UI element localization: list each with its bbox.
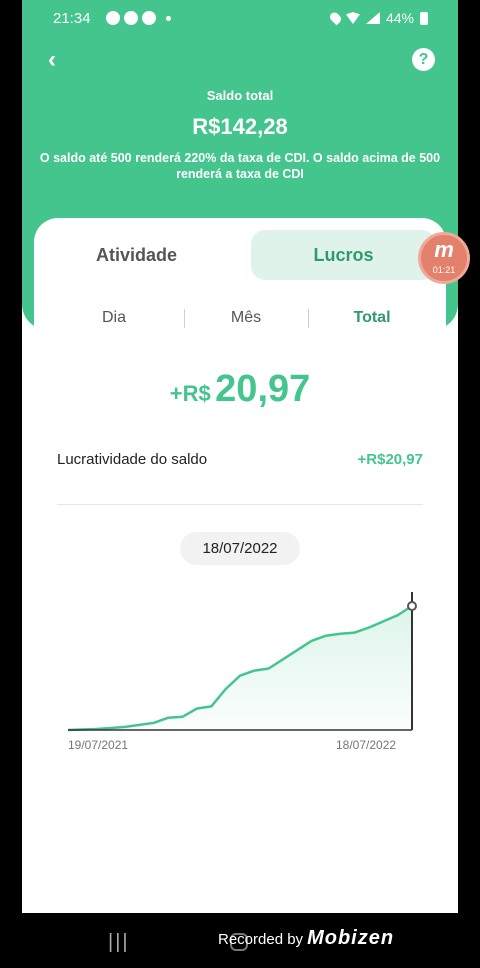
period-mes[interactable]: Mês [184, 305, 308, 331]
wifi-icon [345, 12, 360, 24]
period-selector: Dia Mês Total [34, 305, 446, 331]
android-nav-bar: ||| Recorded by Mobizen [0, 913, 480, 968]
mobizen-notification-icon [106, 11, 120, 25]
mobizen-logo-icon: m [434, 237, 454, 262]
tab-atividade[interactable]: Atividade [34, 230, 239, 280]
mobizen-notification-icon [124, 11, 138, 25]
help-icon[interactable]: ? [412, 48, 435, 71]
more-notifications-icon [166, 16, 171, 21]
watermark-brand: Mobizen [307, 927, 395, 949]
period-total[interactable]: Total [310, 305, 434, 331]
location-icon [328, 10, 343, 26]
period-dia[interactable]: Dia [52, 305, 176, 331]
mobizen-recording-badge[interactable]: m 01:21 [418, 232, 470, 284]
profit-amount: +R$ 20,97 [22, 368, 458, 411]
profitability-value: +R$20,97 [357, 451, 423, 468]
divider [57, 504, 423, 505]
notification-icons [106, 11, 171, 25]
battery-percent: 44% [385, 10, 414, 26]
battery-icon [420, 11, 428, 25]
chart-area [68, 606, 412, 730]
watermark-prefix: Recorded by [218, 931, 304, 948]
period-divider [308, 309, 309, 328]
back-arrow-icon[interactable]: ‹ [48, 48, 68, 72]
app-screen: 21:34 44% ‹ ? Saldo total R$142,28 O sal… [22, 0, 458, 913]
selected-date-pill: 18/07/2022 [180, 532, 300, 565]
recording-timer: 01:21 [432, 265, 456, 275]
status-bar: 21:34 44% [22, 0, 458, 36]
signal-icon [365, 12, 380, 24]
chart-end-date: 18/07/2022 [336, 738, 397, 752]
status-time: 21:34 [53, 10, 91, 27]
saldo-note: O saldo até 500 renderá 220% da taxa de … [39, 151, 441, 181]
profit-value: 20,97 [215, 368, 311, 410]
saldo-value: R$142,28 [192, 114, 288, 139]
chart-point-marker [407, 601, 417, 611]
recorder-watermark: Recorded by Mobizen [218, 927, 394, 950]
chart-start-date: 19/07/2021 [68, 738, 129, 752]
profit-currency: +R$ [169, 381, 211, 406]
profit-chart[interactable] [22, 580, 458, 760]
tab-lucros[interactable]: Lucros [251, 230, 436, 280]
status-right: 44% [328, 10, 428, 26]
chrome-notification-icon [142, 11, 156, 25]
recent-apps-icon[interactable]: ||| [108, 931, 130, 954]
saldo-label: Saldo total [206, 88, 274, 103]
profitability-label: Lucratividade do saldo [57, 451, 208, 468]
